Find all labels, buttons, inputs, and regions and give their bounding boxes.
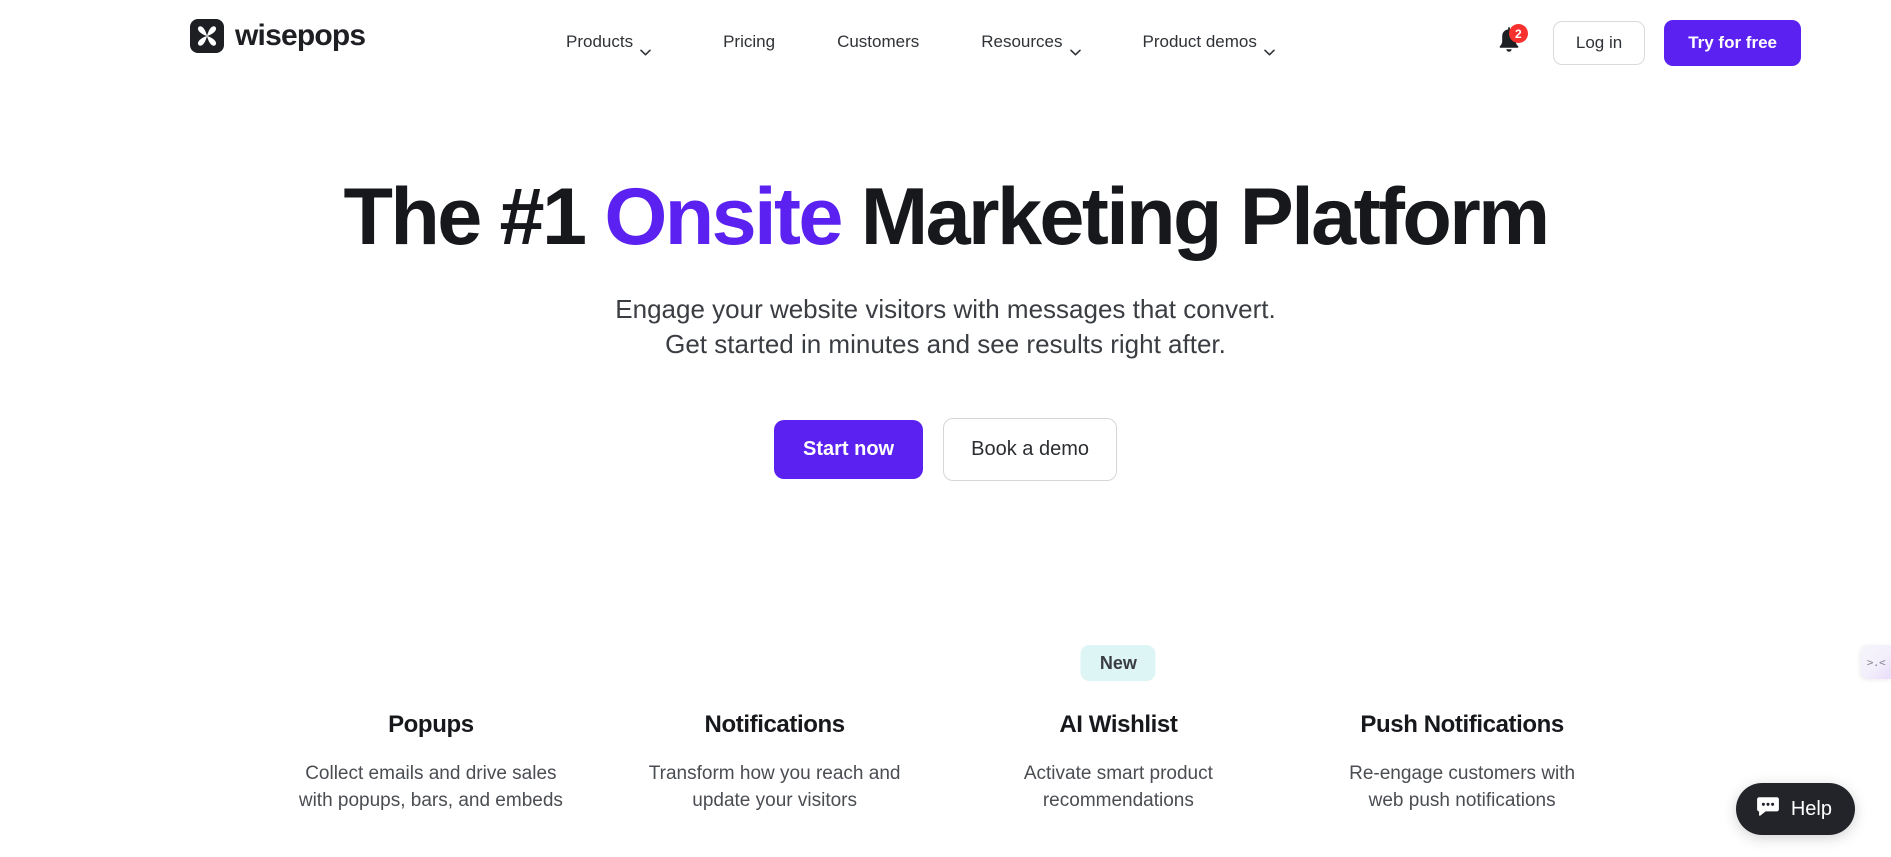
feature-description: Transform how you reach and update your … <box>603 761 947 815</box>
feature-desc-line-1: Transform how you reach and <box>648 763 901 784</box>
brand-name: wisepops <box>235 19 366 52</box>
hero-subtitle-line-1: Engage your website visitors with messag… <box>615 294 1276 325</box>
feature-desc-line-1: Collect emails and drive sales <box>305 763 557 784</box>
page-title: The #1 Onsite Marketing Platform <box>0 175 1891 259</box>
feature-cards: Popups Collect emails and drive sales wi… <box>259 645 1634 815</box>
feature-desc-line-1: Re-engage customers with <box>1349 763 1576 784</box>
feature-title: Push Notifications <box>1360 711 1564 738</box>
feature-title: Popups <box>388 711 474 738</box>
chevron-down-icon <box>1069 41 1081 55</box>
kaomoji-face-icon[interactable]: >.< <box>1861 645 1891 679</box>
feature-description: Activate smart product recommendations <box>947 761 1291 815</box>
nav-label: Products <box>566 32 634 51</box>
wisepops-pinwheel-logo-icon <box>190 19 224 53</box>
title-part-2: Marketing Platform <box>840 172 1550 262</box>
hero-section: The #1 Onsite Marketing Platform Engage … <box>0 175 1891 482</box>
title-part-1: The #1 <box>343 172 605 262</box>
brand-logo-link[interactable]: wisepops <box>190 19 366 53</box>
nav-label: Pricing <box>723 32 776 51</box>
help-chat-button[interactable]: Help <box>1735 783 1855 835</box>
chat-bubble-icon <box>1756 796 1780 822</box>
feature-title: Notifications <box>704 711 846 738</box>
header-actions: 2 Log in Try for free <box>1493 20 1801 66</box>
book-a-demo-button[interactable]: Book a demo <box>943 418 1117 482</box>
hero-cta-row: Start now Book a demo <box>0 418 1891 482</box>
help-label: Help <box>1790 798 1832 820</box>
nav-item-resources[interactable]: Resources <box>981 28 1081 56</box>
feature-desc-line-2: update your visitors <box>692 789 857 811</box>
hero-subtitle-line-2: Get started in minutes and see results r… <box>665 328 1226 359</box>
hero-subtitle: Engage your website visitors with messag… <box>0 292 1891 361</box>
site-header: wisepops Products Pricing Customers Reso… <box>0 0 1891 90</box>
main-navigation: Products Pricing Customers Resources Pro… <box>566 28 1275 56</box>
start-now-button[interactable]: Start now <box>774 420 924 480</box>
nav-label: Product demos <box>1142 32 1257 51</box>
chevron-down-icon <box>1264 41 1275 55</box>
feature-description: Re-engage customers with web push notifi… <box>1290 761 1634 815</box>
feature-desc-line-2: with popups, bars, and embeds <box>298 789 563 811</box>
feature-card-ai-wishlist[interactable]: New AI Wishlist Activate smart product r… <box>947 645 1291 815</box>
feature-card-notifications[interactable]: Notifications Transform how you reach an… <box>603 645 947 815</box>
feature-card-popups[interactable]: Popups Collect emails and drive sales wi… <box>259 645 603 815</box>
notification-badge-count: 2 <box>1508 24 1528 43</box>
nav-item-customers[interactable]: Customers <box>837 28 919 56</box>
feature-desc-line-2: web push notifications <box>1368 789 1556 811</box>
landing-page: wisepops Products Pricing Customers Reso… <box>0 0 1891 857</box>
notifications-button[interactable]: 2 <box>1493 24 1528 59</box>
nav-item-pricing[interactable]: Pricing <box>723 28 775 56</box>
nav-item-products[interactable]: Products <box>566 28 651 56</box>
chevron-down-icon <box>640 41 651 55</box>
feature-description: Collect emails and drive sales with popu… <box>259 761 603 815</box>
feature-title: AI Wishlist <box>1059 711 1178 738</box>
new-badge: New <box>1080 645 1156 681</box>
login-button[interactable]: Log in <box>1552 21 1646 65</box>
nav-item-product-demos[interactable]: Product demos <box>1143 28 1275 56</box>
nav-label: Resources <box>981 32 1063 51</box>
feature-desc-line-2: recommendations <box>1042 789 1194 811</box>
feature-desc-line-1: Activate smart product <box>1023 763 1213 784</box>
try-for-free-button[interactable]: Try for free <box>1664 20 1801 66</box>
side-tab-face-label: >.< <box>1866 655 1886 669</box>
title-highlight: Onsite <box>604 172 843 262</box>
nav-label: Customers <box>837 32 920 51</box>
feature-card-push-notifications[interactable]: Push Notifications Re-engage customers w… <box>1290 645 1634 815</box>
